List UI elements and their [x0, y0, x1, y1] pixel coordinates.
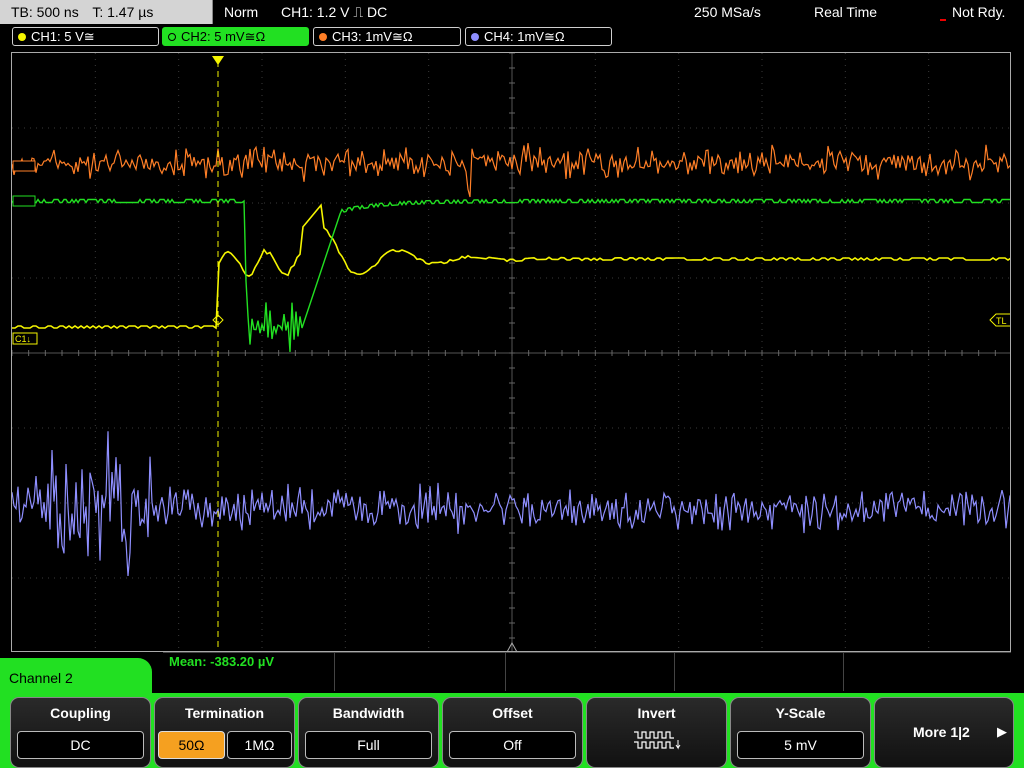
termination-softkey[interactable]: Termination 50Ω 1MΩ [154, 697, 295, 768]
trigger-mode[interactable]: Norm [224, 0, 258, 24]
bandwidth-title: Bandwidth [332, 705, 405, 721]
measurement-divider [505, 652, 506, 691]
menu-title: Channel 2 [0, 658, 152, 698]
trigger-time-value: T: 1.47 µs [92, 4, 154, 20]
offset-title: Offset [492, 705, 533, 721]
timebase-display[interactable]: TB: 500 ns T: 1.47 µs [0, 0, 213, 24]
waveform-display[interactable]: C1↓ TL [11, 52, 1011, 652]
measurement-divider [843, 652, 844, 691]
trigger-state: Not Rdy. [952, 4, 1006, 20]
acquisition-mode[interactable]: Real Time [814, 0, 877, 24]
timebase-value: TB: 500 ns [11, 4, 79, 20]
status-indicator-icon [940, 19, 946, 21]
tab-channel-4[interactable]: CH4: 1mV≅Ω [465, 27, 612, 46]
offset-softkey[interactable]: Offset Off [442, 697, 583, 768]
sample-rate: 250 MSa/s [694, 4, 761, 20]
invert-waveform-icon [634, 731, 681, 750]
coupling-softkey[interactable]: Coupling DC [10, 697, 151, 768]
y-scale-softkey[interactable]: Y-Scale 5 mV [730, 697, 871, 768]
y-scale-value[interactable]: 5 mV [737, 731, 864, 759]
y-scale-title: Y-Scale [775, 705, 826, 721]
status-bar: TB: 500 ns T: 1.47 µs Norm CH1: 1.2 V ⎍ … [0, 0, 1024, 24]
measurement-divider [334, 652, 335, 691]
channel-2-label: CH2: 5 mV≅Ω [181, 29, 266, 44]
trigger-setting[interactable]: CH1: 1.2 V ⎍ DC [281, 0, 387, 24]
trigger-level-marker[interactable]: TL [989, 313, 1011, 327]
measurement-divider [674, 652, 675, 691]
next-page-arrow-icon: ▶ [997, 724, 1007, 739]
graticule [12, 53, 1010, 651]
tab-channel-3[interactable]: CH3: 1mV≅Ω [313, 27, 461, 46]
channel-4-label: CH4: 1mV≅Ω [484, 29, 565, 44]
channel-1-ground-marker[interactable]: C1↓ [12, 332, 38, 345]
termination-1-megohm-option[interactable]: 1MΩ [227, 731, 292, 759]
channel-3-dot-icon [319, 32, 327, 41]
bandwidth-softkey[interactable]: Bandwidth Full [298, 697, 439, 768]
mean-measurement[interactable]: Mean: -383.20 µV [169, 654, 274, 669]
waveform-canvas: C1↓ TL [12, 53, 1011, 651]
bandwidth-value[interactable]: Full [305, 731, 432, 759]
channel-1-label: CH1: 5 V≅ [31, 29, 95, 44]
offset-value[interactable]: Off [449, 731, 576, 759]
trigger-level-label: TL [996, 316, 1007, 326]
channel-tabs: CH1: 5 V≅ CH2: 5 mV≅Ω CH3: 1mV≅Ω CH4: 1m… [0, 27, 1024, 48]
measurement-bar [163, 652, 1011, 692]
tab-channel-1[interactable]: CH1: 5 V≅ [12, 27, 159, 46]
invert-title: Invert [637, 705, 676, 721]
channel-2-dot-icon [168, 32, 176, 41]
channel-4-dot-icon [471, 32, 479, 41]
termination-50-ohm-option[interactable]: 50Ω [158, 731, 225, 759]
more-label: More 1|2 [913, 724, 970, 740]
coupling-value[interactable]: DC [17, 731, 144, 759]
invert-softkey[interactable]: Invert [586, 697, 727, 768]
tab-channel-2[interactable]: CH2: 5 mV≅Ω [162, 27, 309, 46]
channel-1-marker-label: C1↓ [15, 334, 31, 344]
channel-3-label: CH3: 1mV≅Ω [332, 29, 413, 44]
coupling-title: Coupling [50, 705, 111, 721]
channel-1-dot-icon [18, 32, 26, 41]
channel-3-ground-marker[interactable] [12, 160, 36, 172]
more-softkey[interactable]: More 1|2 ▶ [874, 697, 1014, 768]
trigger-position-marker-icon[interactable] [212, 56, 224, 65]
channel-2-ground-marker[interactable] [12, 195, 36, 207]
termination-title: Termination [184, 705, 265, 721]
